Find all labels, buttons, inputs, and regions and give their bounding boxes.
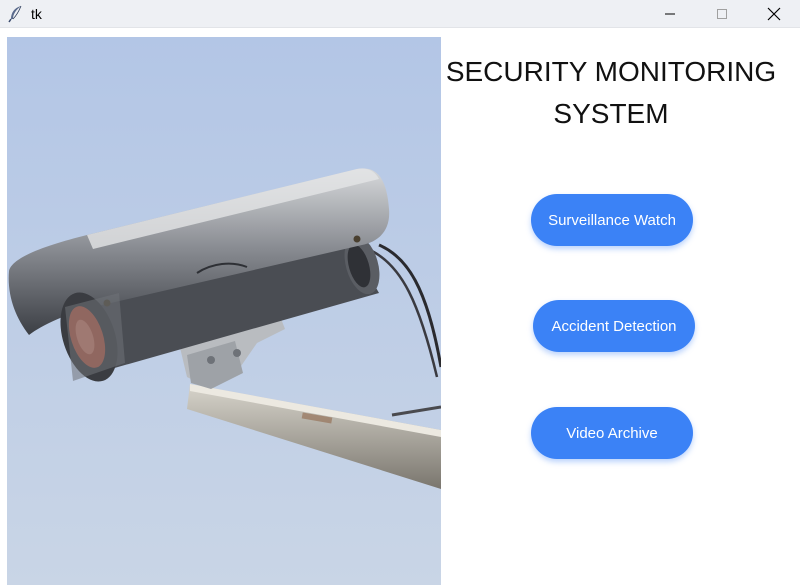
close-icon <box>767 7 781 21</box>
page-title: SECURITY MONITORING SYSTEM <box>443 51 779 135</box>
page-title-line-1: SECURITY MONITORING <box>445 56 777 87</box>
window-titlebar: tk <box>0 0 800 28</box>
security-camera-photo <box>7 37 441 585</box>
accident-detection-button[interactable]: Accident Detection <box>533 300 695 352</box>
maximize-button[interactable] <box>696 0 748 28</box>
app-window-content: SECURITY MONITORING SYSTEM Surveillance … <box>0 29 800 585</box>
minimize-button[interactable] <box>644 0 696 28</box>
minimize-icon <box>664 8 676 20</box>
feather-icon <box>8 5 24 23</box>
maximize-icon <box>716 8 728 20</box>
close-button[interactable] <box>748 0 800 28</box>
video-archive-button[interactable]: Video Archive <box>531 407 693 459</box>
window-title: tk <box>31 6 42 22</box>
page-title-line-2: SYSTEM <box>553 98 669 129</box>
surveillance-watch-button[interactable]: Surveillance Watch <box>531 194 693 246</box>
